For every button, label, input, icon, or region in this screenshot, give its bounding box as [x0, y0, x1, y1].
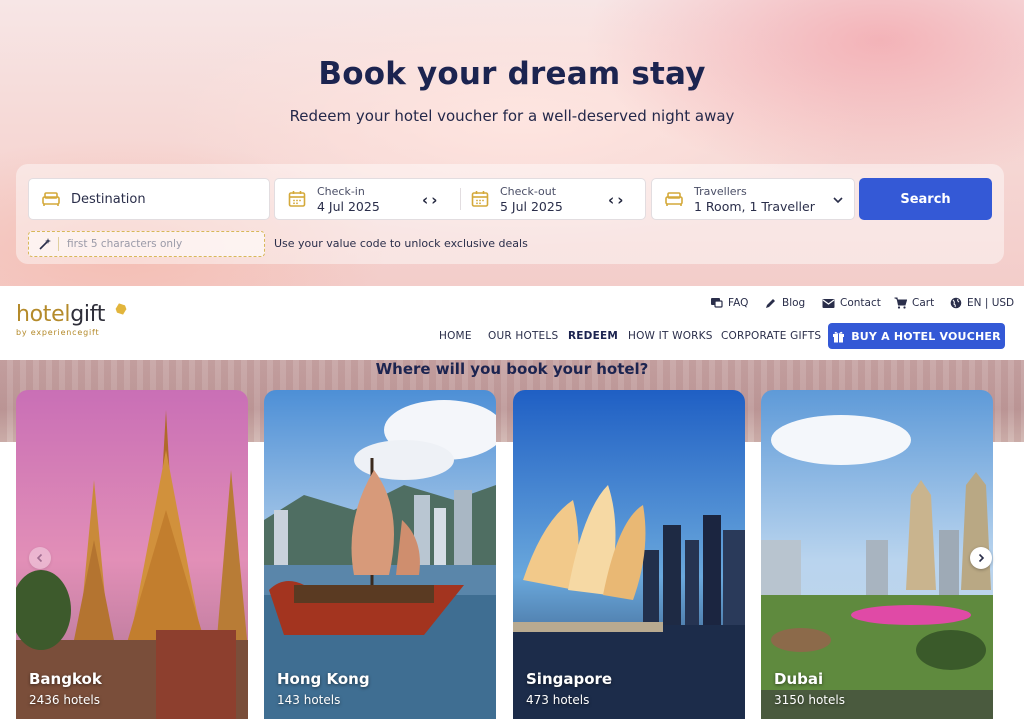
nav-home[interactable]: HOME: [439, 330, 472, 342]
checkout-label: Check-out: [500, 185, 557, 198]
checkout-stepper[interactable]: ‹›: [608, 191, 626, 209]
nav-corporate-gifts[interactable]: CORPORATE GIFTS: [721, 330, 821, 342]
nav-our-hotels[interactable]: OUR HOTELS: [488, 330, 558, 342]
value-code-note: Use your value code to unlock exclusive …: [274, 237, 528, 250]
calendar-icon: [471, 191, 489, 207]
destination-card-hong-kong[interactable]: Hong Kong 143 hotels: [264, 390, 496, 719]
calendar-icon: [288, 191, 306, 207]
checkin-value: 4 Jul 2025: [317, 199, 380, 214]
gift-icon: [833, 331, 845, 342]
contact-label: Contact: [840, 297, 881, 309]
chevron-right-icon: [978, 553, 985, 563]
contact-link[interactable]: Contact: [822, 297, 881, 309]
card-city: Singapore: [526, 670, 613, 688]
destination-card-singapore[interactable]: Singapore 473 hotels: [513, 390, 745, 719]
chat-icon: [711, 298, 723, 308]
card-city: Hong Kong: [277, 670, 370, 688]
cart-link[interactable]: Cart: [894, 297, 934, 309]
card-hotel-count: 3150 hotels: [774, 693, 845, 707]
search-button[interactable]: Search: [859, 178, 992, 220]
checkin-stepper[interactable]: ‹›: [422, 191, 440, 209]
hero-title: Book your dream stay: [318, 56, 706, 92]
faq-label: FAQ: [728, 297, 749, 309]
chevron-left-icon[interactable]: ‹: [608, 191, 617, 209]
card-city: Dubai: [774, 670, 824, 688]
carousel-next-button[interactable]: [970, 547, 992, 569]
logo-wordmark: hotelgift: [16, 302, 106, 327]
checkout-value: 5 Jul 2025: [500, 199, 563, 214]
destinations-title: Where will you book your hotel?: [375, 360, 649, 378]
value-code-input[interactable]: [67, 238, 247, 250]
date-divider: [460, 188, 461, 210]
blog-link[interactable]: Blog: [765, 297, 805, 309]
locale-selector[interactable]: EN | USD: [950, 297, 1014, 309]
travellers-field[interactable]: Travellers 1 Room, 1 Traveller: [651, 178, 855, 220]
card-city: Bangkok: [29, 670, 102, 688]
checkin-field[interactable]: Check-in 4 Jul 2025: [317, 184, 380, 214]
globe-icon: [950, 297, 962, 309]
destination-field[interactable]: Destination: [28, 178, 270, 220]
buy-voucher-button[interactable]: BUY A HOTEL VOUCHER: [828, 323, 1005, 349]
value-code-field[interactable]: [28, 231, 265, 257]
checkout-field[interactable]: Check-out 5 Jul 2025: [470, 178, 563, 220]
pencil-icon: [766, 299, 775, 308]
chevron-left-icon: [36, 553, 43, 563]
magic-wand-icon: [39, 238, 51, 250]
bed-icon: [665, 192, 683, 206]
carousel-prev-button[interactable]: [29, 547, 51, 569]
mail-icon: [822, 298, 835, 308]
checkin-label: Check-in: [317, 185, 365, 198]
logo-tagline: by experiencegift: [16, 328, 100, 337]
travellers-value: 1 Room, 1 Traveller: [694, 199, 815, 214]
cart-icon: [894, 297, 907, 309]
chevron-down-icon[interactable]: [832, 195, 844, 205]
buy-voucher-label: BUY A HOTEL VOUCHER: [851, 329, 1001, 343]
destination-card-dubai[interactable]: Dubai 3150 hotels: [761, 390, 993, 719]
gift-tag-icon: [115, 303, 127, 315]
destination-card-bangkok[interactable]: Bangkok 2436 hotels: [16, 390, 248, 719]
nav-redeem[interactable]: REDEEM: [568, 330, 618, 342]
logo[interactable]: hotelgift by experiencegift: [16, 302, 127, 337]
destination-placeholder: Destination: [71, 191, 146, 207]
hero-subtitle: Redeem your hotel voucher for a well-des…: [289, 107, 735, 125]
card-hotel-count: 2436 hotels: [29, 693, 100, 707]
divider: [58, 237, 59, 251]
cart-label: Cart: [912, 297, 935, 309]
faq-link[interactable]: FAQ: [710, 297, 748, 309]
chevron-right-icon[interactable]: ›: [431, 191, 440, 209]
locale-label: EN | USD: [967, 297, 1015, 309]
chevron-right-icon[interactable]: ›: [617, 191, 626, 209]
nav-how-it-works[interactable]: HOW IT WORKS: [628, 330, 713, 342]
bed-icon: [42, 192, 60, 206]
chevron-left-icon[interactable]: ‹: [422, 191, 431, 209]
card-hotel-count: 143 hotels: [277, 693, 341, 707]
travellers-label: Travellers: [694, 185, 747, 198]
card-hotel-count: 473 hotels: [526, 693, 590, 707]
blog-label: Blog: [782, 297, 806, 309]
